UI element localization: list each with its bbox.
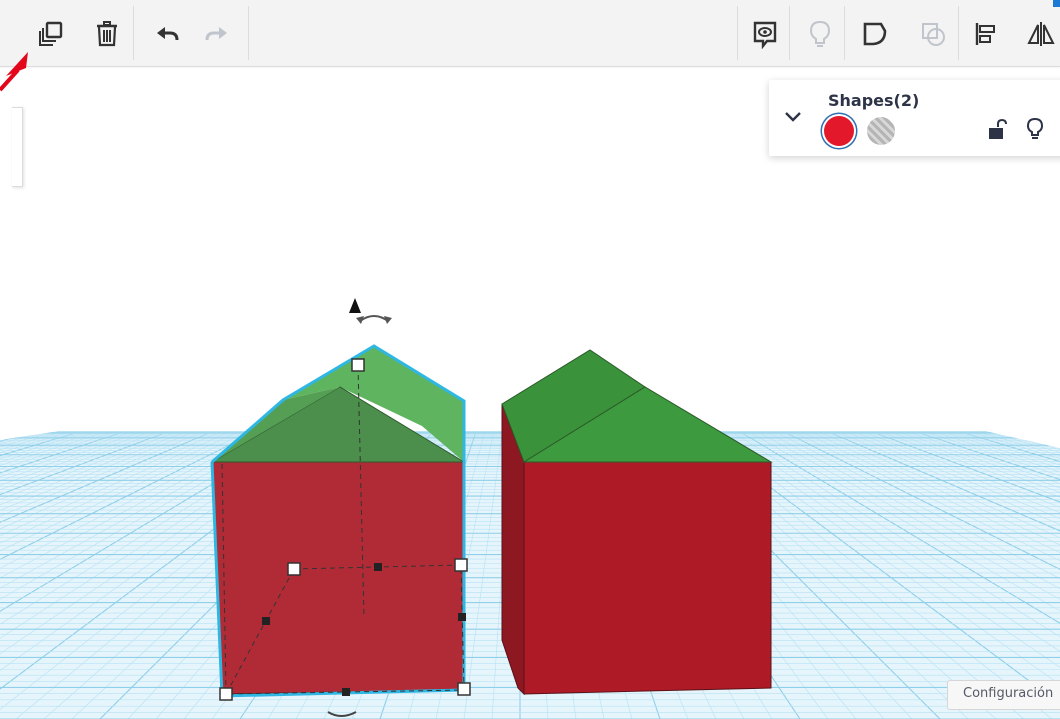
handle-back-left[interactable] (287, 562, 301, 576)
handle-top[interactable] (351, 358, 365, 372)
corner-accent (1053, 0, 1060, 7)
toolbar-separator (844, 6, 845, 60)
toolbar-separator (789, 6, 790, 60)
mirror-button[interactable] (1022, 16, 1058, 52)
house-shape-left-selected[interactable] (210, 298, 471, 717)
handle-mid-front[interactable] (342, 688, 350, 696)
left-panel-tab[interactable] (12, 107, 23, 187)
solid-color-swatch[interactable] (824, 116, 854, 146)
group-icon (863, 22, 887, 46)
toolbar-separator (737, 6, 738, 60)
light-bulb-icon (809, 20, 831, 47)
undo-button[interactable] (148, 16, 184, 52)
right-shape-front-face[interactable] (523, 461, 772, 695)
shapes-panel: Shapes(2) (769, 80, 1060, 156)
handle-front-left[interactable] (219, 687, 233, 701)
height-arrow-handle[interactable] (349, 298, 361, 313)
align-icon (975, 23, 995, 45)
hole-swatch[interactable] (867, 117, 895, 145)
workplane-canvas[interactable] (0, 67, 1060, 719)
handle-mid-left[interactable] (262, 617, 270, 625)
handle-back-right[interactable] (454, 558, 468, 572)
handle-front-right[interactable] (457, 682, 471, 696)
light-bulb-icon[interactable] (1025, 117, 1045, 143)
shapes-panel-title: Shapes(2) (828, 91, 920, 110)
toolbar-separator (958, 6, 959, 60)
ungroup-icon (922, 23, 945, 46)
undo-icon (157, 27, 179, 41)
workplane-viewport[interactable] (0, 67, 1060, 719)
rotate-handle-top[interactable] (359, 315, 389, 322)
ungroup-button[interactable] (915, 16, 951, 52)
settings-label: Configuración (963, 686, 1054, 701)
chevron-down-icon[interactable] (784, 110, 802, 124)
light-bulb-button[interactable] (802, 16, 838, 52)
house-shape-right[interactable] (501, 349, 773, 696)
left-shape-front-face[interactable] (211, 461, 465, 695)
handle-mid-right[interactable] (458, 613, 466, 621)
delete-icon (97, 21, 117, 47)
annotation-arrow (0, 52, 28, 92)
delete-button[interactable] (89, 16, 125, 52)
group-button[interactable] (857, 16, 893, 52)
duplicate-button[interactable] (33, 16, 69, 52)
handle-mid-back[interactable] (374, 563, 382, 571)
redo-button[interactable] (200, 16, 236, 52)
unlock-icon[interactable] (986, 118, 1008, 142)
duplicate-icon (39, 21, 63, 46)
settings-tab[interactable]: Configuración (947, 680, 1060, 710)
toolbar-separator (248, 6, 249, 60)
note-icon (753, 21, 777, 49)
redo-icon (205, 27, 227, 41)
toolbar-separator (133, 6, 134, 60)
align-button[interactable] (968, 16, 1004, 52)
note-button[interactable] (747, 16, 783, 52)
mirror-icon (1027, 22, 1055, 46)
toolbar (0, 0, 1060, 67)
